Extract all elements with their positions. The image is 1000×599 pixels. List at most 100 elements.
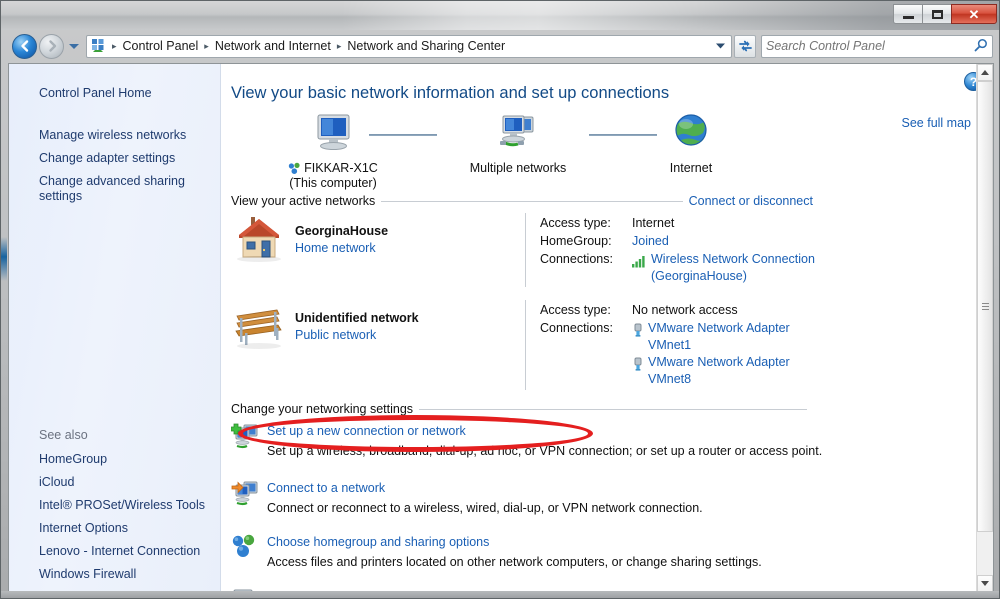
title-bar: ✕ [1, 1, 999, 30]
search-box[interactable] [761, 34, 993, 58]
network-type-link[interactable]: Home network [295, 240, 525, 257]
minimize-button[interactable] [893, 4, 922, 24]
section-label: View your active networks [231, 194, 376, 208]
refresh-button[interactable] [734, 34, 756, 58]
breadcrumb-control-panel[interactable]: Control Panel [120, 37, 202, 55]
task-choose-homegroup[interactable]: Choose homegroup and sharing options Acc… [231, 533, 831, 571]
breadcrumb-network-and-internet[interactable]: Network and Internet [212, 37, 334, 55]
close-button[interactable]: ✕ [951, 4, 997, 24]
content-area: Control Panel Home Manage wireless netwo… [8, 63, 994, 593]
sidebar-item-manage-wireless-networks[interactable]: Manage wireless networks [9, 124, 220, 147]
window-edge-accent [1, 237, 7, 281]
address-bar: ▸ Control Panel ▸ Network and Internet ▸… [1, 30, 999, 62]
breadcrumb-network-and-sharing-center[interactable]: Network and Sharing Center [344, 37, 508, 55]
connection-item[interactable]: VMware Network Adapter VMnet1 [632, 320, 831, 354]
detail-value-access-type: Internet [632, 216, 675, 230]
active-networks-section-header: View your active networks Connect or dis… [231, 194, 813, 208]
connection-name[interactable]: Wireless Network Connection [651, 251, 815, 268]
network-name: GeorginaHouse [295, 224, 389, 238]
house-icon [231, 213, 295, 287]
recent-pages-button[interactable] [66, 34, 82, 59]
connection-name[interactable]: VMware Network Adapter [648, 354, 790, 371]
task-description: Connect or reconnect to a wireless, wire… [267, 501, 703, 515]
vertical-scrollbar[interactable] [976, 64, 993, 592]
network-names: Unidentified network Public network [295, 300, 525, 390]
breadcrumb-separator: ▸ [204, 40, 209, 51]
window-bottom-edge [1, 591, 999, 598]
main-panel: ? View your basic network information an… [221, 64, 993, 592]
breadcrumb: ▸ Control Panel ▸ Network and Internet ▸… [109, 37, 712, 55]
scroll-up-button[interactable] [977, 64, 993, 81]
sidebar: Control Panel Home Manage wireless netwo… [9, 64, 221, 592]
sidebar-see-also-group: See also HomeGroup iCloud Intel® PROSet/… [9, 424, 220, 586]
detail-key: Access type: [540, 303, 611, 317]
task-link[interactable]: Set up a new connection or network [267, 423, 466, 440]
detail-value-connections: Wireless Network Connection (GeorginaHou… [632, 251, 831, 285]
homegroup-badge-icon [288, 162, 300, 174]
sidebar-item-change-adapter-settings[interactable]: Change adapter settings [9, 147, 220, 170]
chevron-down-icon [69, 43, 79, 49]
back-arrow-icon [20, 40, 28, 52]
connection-name-line2[interactable]: VMnet8 [648, 371, 790, 388]
forward-button[interactable] [39, 33, 64, 59]
scrollbar-thumb[interactable] [977, 81, 993, 532]
network-name: Unidentified network [295, 311, 419, 325]
sidebar-item-icloud[interactable]: iCloud [9, 471, 220, 494]
connection-item[interactable]: VMware Network Adapter VMnet8 [632, 354, 831, 388]
connection-name[interactable]: VMware Network Adapter [648, 320, 790, 337]
sidebar-item-windows-firewall[interactable]: Windows Firewall [9, 563, 220, 586]
detail-value-homegroup[interactable]: Joined [632, 233, 831, 250]
back-button[interactable] [12, 33, 37, 59]
sidebar-item-change-advanced-sharing-settings[interactable]: Change advanced sharing settings [9, 170, 220, 208]
sidebar-item-control-panel-home[interactable]: Control Panel Home [9, 82, 220, 105]
task-body: Set up a new connection or network Set u… [267, 422, 831, 460]
detail-key: HomeGroup: [540, 234, 612, 248]
maximize-button[interactable] [922, 4, 951, 24]
network-map: FIKKAR-X1C (This computer) Multiple netw… [231, 112, 831, 194]
sidebar-item-lenovo-internet-connection[interactable]: Lenovo - Internet Connection [9, 540, 220, 563]
task-link[interactable]: Connect to a network [267, 480, 385, 497]
task-body: Choose homegroup and sharing options Acc… [267, 533, 831, 571]
title-bar-gloss [341, 1, 701, 30]
bench-icon [231, 300, 295, 390]
connection-name-line2[interactable]: VMnet1 [648, 337, 790, 354]
task-description: Set up a wireless, broadband, dial-up, a… [267, 444, 823, 458]
address-dropdown-button[interactable] [712, 36, 729, 57]
map-node-this-computer[interactable]: FIKKAR-X1C (This computer) [283, 112, 383, 191]
task-connect-to-network[interactable]: Connect to a network Connect or reconnec… [231, 479, 831, 517]
connection-ssid[interactable]: (GeorginaHouse) [651, 268, 815, 285]
forward-arrow-icon [48, 40, 56, 52]
task-set-up-new-connection[interactable]: Set up a new connection or network Set u… [230, 422, 831, 460]
map-node-sublabel: (This computer) [289, 176, 377, 190]
sidebar-see-also-title: See also [39, 428, 88, 442]
address-input[interactable]: ▸ Control Panel ▸ Network and Internet ▸… [86, 34, 732, 58]
search-input[interactable] [766, 39, 974, 53]
network-details: Access type: Internet HomeGroup: Joined … [525, 213, 831, 287]
detail-value-connections: VMware Network Adapter VMnet1 VMware Net… [632, 320, 831, 388]
window-controls: ✕ [893, 4, 997, 24]
caret-down-icon [981, 581, 989, 586]
computer-icon [317, 114, 350, 150]
see-full-map-link[interactable]: See full map [902, 116, 971, 130]
ethernet-adapter-icon [634, 323, 642, 337]
section-rule [419, 408, 807, 410]
map-connector [369, 134, 437, 136]
connection-item[interactable]: Wireless Network Connection (GeorginaHou… [632, 251, 831, 285]
sidebar-item-homegroup[interactable]: HomeGroup [9, 448, 220, 471]
section-rule [381, 200, 683, 202]
task-link[interactable]: Choose homegroup and sharing options [267, 534, 489, 551]
network-type-link[interactable]: Public network [295, 327, 525, 344]
map-node-multiple-networks[interactable]: Multiple networks [453, 112, 583, 176]
scroll-down-button[interactable] [977, 575, 993, 592]
connect-or-disconnect-link[interactable]: Connect or disconnect [689, 194, 813, 208]
map-node-internet[interactable]: Internet [621, 112, 761, 176]
wifi-signal-icon [632, 256, 645, 268]
homegroup-icon [231, 533, 267, 563]
detail-key: Connections: [540, 321, 613, 335]
detail-value-access-type: No network access [632, 303, 738, 317]
control-panel-icon [91, 38, 107, 54]
sidebar-item-internet-options[interactable]: Internet Options [9, 517, 220, 540]
section-label: Change your networking settings [231, 402, 414, 416]
sidebar-item-intel-proset-wireless-tools[interactable]: Intel® PROSet/Wireless Tools [9, 494, 220, 517]
active-network-row: GeorginaHouse Home network Access type: … [231, 213, 831, 287]
